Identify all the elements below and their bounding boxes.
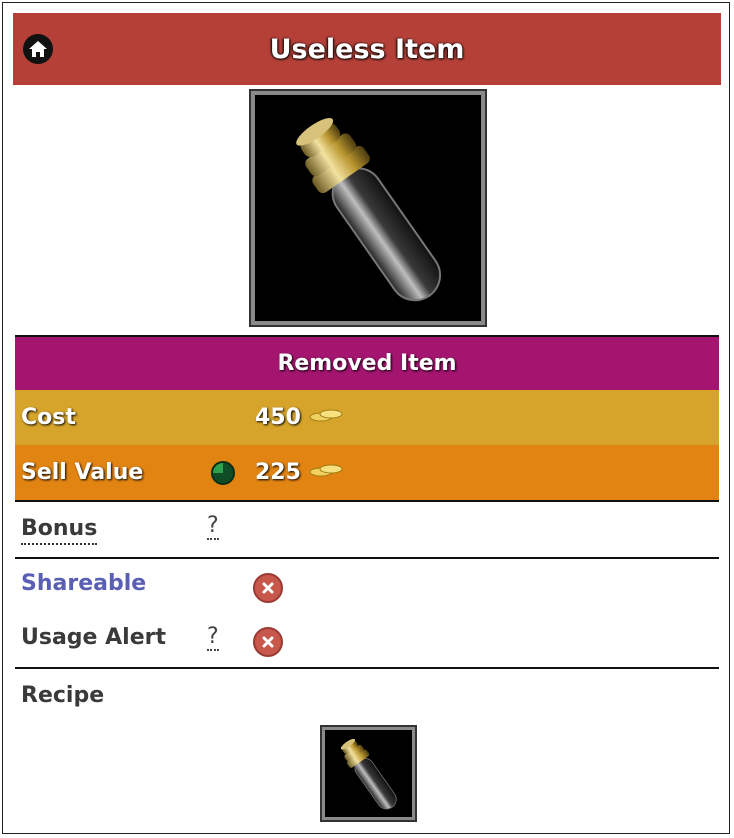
cost-value: 450 — [255, 405, 301, 430]
cost-row: Cost 450 — [15, 390, 719, 445]
sell-value: 225 — [255, 460, 301, 485]
usage-alert-row: Usage Alert ? — [15, 613, 719, 669]
page-title: Useless Item — [269, 33, 465, 65]
status-label: Removed Item — [277, 351, 457, 376]
bottle-icon — [296, 117, 442, 302]
sell-value-row: Sell Value 225 — [15, 445, 719, 502]
close-circle-icon — [253, 573, 283, 603]
home-icon[interactable] — [23, 34, 53, 64]
title-bar: Useless Item — [13, 13, 721, 85]
recipe-row: Recipe — [15, 671, 719, 721]
item-card: Useless Item Removed Item Cost 450 Sell … — [2, 2, 730, 834]
close-circle-icon — [253, 627, 283, 657]
gold-coins-icon — [309, 405, 343, 430]
gold-coins-icon — [309, 460, 343, 485]
sell-value-label: Sell Value — [21, 460, 144, 485]
shareable-row: Shareable — [15, 561, 719, 613]
bonus-row: Bonus ? — [15, 504, 719, 559]
usage-alert-label: Usage Alert — [21, 625, 166, 650]
cost-value-group: 450 — [255, 405, 343, 430]
sell-value-group: 225 — [255, 460, 343, 485]
bonus-label[interactable]: Bonus — [21, 516, 98, 545]
recipe-item-image[interactable] — [320, 725, 417, 822]
shareable-label[interactable]: Shareable — [21, 571, 146, 596]
usage-alert-help[interactable]: ? — [207, 625, 219, 651]
timer-icon — [211, 460, 235, 485]
bottle-icon — [340, 738, 397, 810]
cost-label: Cost — [21, 405, 76, 430]
bonus-help[interactable]: ? — [207, 514, 219, 540]
recipe-label: Recipe — [21, 683, 105, 708]
removed-item-banner: Removed Item — [15, 335, 719, 390]
item-image — [249, 89, 487, 327]
